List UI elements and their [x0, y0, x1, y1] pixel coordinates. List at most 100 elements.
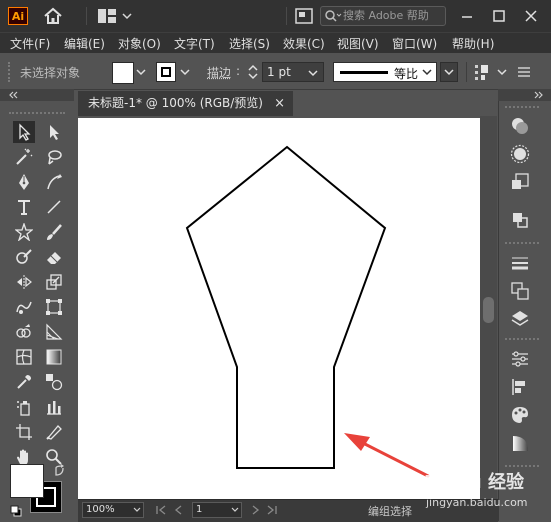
menu-bar: 文件(F) 编辑(E) 对象(O) 文字(T) 选择(S) 效果(C) 视图(V… [0, 32, 551, 54]
vase-shape[interactable] [187, 147, 385, 468]
shape-builder-tool-icon[interactable] [13, 321, 35, 343]
search-icon [324, 9, 342, 23]
menu-object[interactable]: 对象(O) [118, 35, 161, 52]
expand-panel-icon [534, 91, 544, 99]
star-tool-icon[interactable] [13, 221, 35, 243]
previous-artboard-button[interactable] [172, 504, 184, 516]
type-tool-icon[interactable] [13, 196, 35, 218]
stroke-profile-field[interactable]: 等比 [333, 62, 437, 82]
scale-tool-icon[interactable] [43, 271, 65, 293]
stroke-weight-stepper[interactable] [246, 62, 260, 82]
control-bar-menu-icon[interactable] [516, 64, 532, 80]
stroke-weight-field[interactable]: 1 pt [262, 62, 324, 82]
artboard[interactable] [78, 118, 480, 499]
lasso-tool-icon[interactable] [43, 146, 65, 168]
reflect-tool-icon[interactable] [13, 271, 35, 293]
eyedropper-tool-icon[interactable] [13, 371, 35, 393]
zoom-level-field[interactable]: 100% [82, 502, 144, 518]
shaper-tool-icon[interactable] [13, 246, 35, 268]
artboard-tool-icon[interactable] [13, 421, 35, 443]
arrange-documents-icon[interactable] [295, 8, 313, 24]
free-transform-tool-icon[interactable] [43, 296, 65, 318]
artboard-number-value: 1 [196, 504, 202, 515]
annotation-arrow [344, 433, 428, 476]
magic-wand-tool-icon[interactable] [13, 146, 35, 168]
close-tab-icon[interactable]: × [274, 91, 285, 116]
stroke-weight-value: 1 pt [267, 65, 291, 79]
close-window-button[interactable] [522, 8, 540, 24]
stroke-label[interactable]: 描边 [207, 64, 231, 81]
line-segment-tool-icon[interactable] [43, 196, 65, 218]
document-tab[interactable]: 未标题-1* @ 100% (RGB/预览) × [78, 91, 293, 116]
paintbrush-tool-icon[interactable] [43, 221, 65, 243]
stroke-label-colon: : [236, 64, 240, 78]
slice-tool-icon[interactable] [43, 421, 65, 443]
menu-file[interactable]: 文件(F) [10, 35, 50, 52]
properties-panel-icon[interactable] [510, 349, 530, 369]
menu-type[interactable]: 文字(T) [174, 35, 215, 52]
next-artboard-button[interactable] [250, 504, 262, 516]
curvature-tool-icon[interactable] [43, 171, 65, 193]
brush-definition-field[interactable] [440, 62, 458, 82]
appearance-panel-icon[interactable] [510, 116, 530, 136]
default-fill-stroke-icon[interactable] [10, 505, 22, 517]
direct-selection-tool-icon[interactable] [43, 121, 65, 143]
column-graph-tool-icon[interactable] [43, 396, 65, 418]
control-bar-grip[interactable] [8, 62, 12, 82]
right-panel-header[interactable] [498, 89, 551, 101]
swatches-panel-icon[interactable] [510, 405, 530, 425]
fill-color-swatch[interactable] [10, 464, 44, 498]
search-input-text: 搜索 Adobe 帮助 [343, 9, 429, 22]
vertical-scrollbar-thumb[interactable] [483, 297, 494, 323]
mesh-tool-icon[interactable] [13, 346, 35, 368]
gradient-panel-icon[interactable] [510, 433, 530, 453]
fill-dropdown-icon[interactable] [135, 66, 147, 78]
stroke-panel-icon[interactable] [510, 253, 530, 273]
eraser-tool-icon[interactable] [43, 246, 65, 268]
first-artboard-button[interactable] [155, 504, 167, 516]
stroke-dropdown-icon[interactable] [179, 66, 191, 78]
artboard-number-field[interactable]: 1 [192, 502, 242, 518]
layers-panel-icon[interactable] [510, 309, 530, 329]
last-artboard-button[interactable] [266, 504, 278, 516]
tools-panel-header[interactable] [0, 89, 74, 101]
warp-tool-icon[interactable] [13, 296, 35, 318]
symbol-sprayer-tool-icon[interactable] [13, 396, 35, 418]
perspective-grid-tool-icon[interactable] [43, 321, 65, 343]
minimize-button[interactable] [458, 8, 476, 24]
maximize-button[interactable] [490, 8, 508, 24]
menu-edit[interactable]: 编辑(E) [64, 35, 105, 52]
align-dropdown-icon[interactable] [496, 66, 508, 78]
home-icon[interactable] [42, 6, 64, 26]
right-panel-group-grip[interactable] [505, 242, 539, 246]
selection-tool-icon[interactable] [13, 121, 35, 143]
blend-tool-icon[interactable] [43, 371, 65, 393]
pen-tool-icon[interactable] [13, 171, 35, 193]
right-panel-group-grip-2[interactable] [505, 338, 539, 342]
stroke-weight-dropdown-icon [307, 67, 319, 79]
gradient-tool-icon[interactable] [43, 346, 65, 368]
artboards-panel-icon[interactable] [510, 281, 530, 301]
stroke-profile-line [340, 71, 388, 74]
stroke-swatch[interactable] [156, 62, 176, 82]
zoom-dropdown-icon [133, 506, 141, 514]
menu-select[interactable]: 选择(S) [229, 35, 270, 52]
collapse-panel-icon [8, 91, 18, 99]
current-tool-status[interactable]: 编组选择 [368, 503, 412, 519]
swap-fill-stroke-icon[interactable] [53, 464, 67, 478]
menu-help[interactable]: 帮助(H) [452, 35, 494, 52]
menu-window[interactable]: 窗口(W) [392, 35, 437, 52]
tools-panel-grip[interactable] [9, 112, 65, 116]
transform-panel-icon[interactable] [510, 172, 530, 192]
pathfinder-panel-icon[interactable] [510, 210, 530, 230]
fill-swatch[interactable] [112, 62, 134, 84]
right-panel-grip[interactable] [505, 106, 539, 110]
stroke-profile-dropdown-icon [421, 66, 433, 78]
color-panel-icon[interactable] [510, 144, 530, 164]
menu-effect[interactable]: 效果(C) [283, 35, 325, 52]
document-tab-title: 未标题-1* @ 100% (RGB/预览) [88, 96, 263, 110]
align-options-icon[interactable] [473, 62, 493, 82]
menu-view[interactable]: 视图(V) [337, 35, 379, 52]
align-panel-icon[interactable] [510, 377, 530, 397]
workspace-switcher-icon[interactable] [97, 8, 133, 24]
